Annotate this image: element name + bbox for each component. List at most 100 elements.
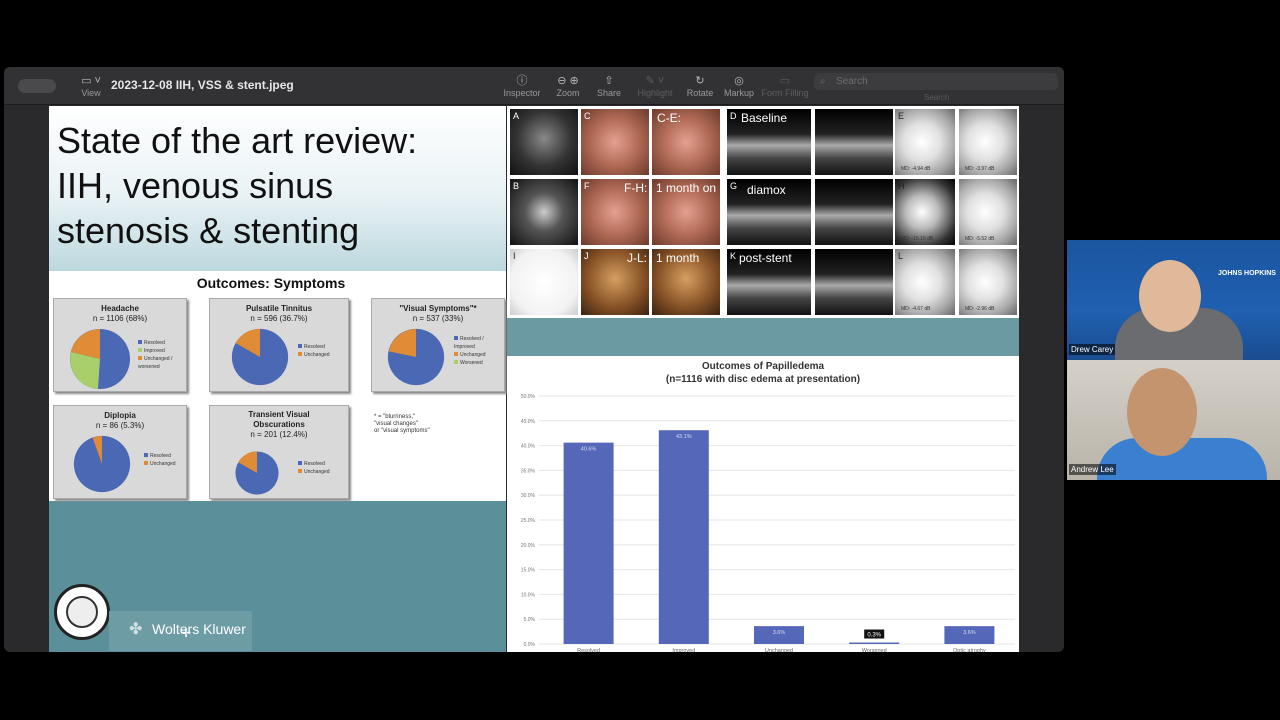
pie-title-text: "Visual Symptoms"* bbox=[399, 304, 477, 313]
y-tick-label: 40.0% bbox=[521, 444, 536, 450]
data-label: 40.6% bbox=[581, 447, 597, 453]
figure-caption: 1 month bbox=[656, 251, 700, 265]
y-tick-label: 15.0% bbox=[521, 568, 536, 574]
markup-button[interactable]: ◎ Markup bbox=[720, 75, 758, 98]
legend-entry: Unchanged bbox=[298, 351, 330, 359]
data-label: 0.3% bbox=[867, 633, 881, 639]
image-tile-g: Gdiamox bbox=[727, 179, 811, 245]
visual-field-tile-e2: MD: -3.97 dB bbox=[959, 109, 1017, 175]
data-label: 3.6% bbox=[773, 630, 786, 636]
vf-md-value: MD: -5.52 dB bbox=[965, 236, 995, 242]
participant-video-drew-carey[interactable]: JOHNS HOPKINS Drew Carey bbox=[1067, 240, 1280, 360]
image-tile-k: Kpost-stent bbox=[727, 249, 811, 315]
markup-label: Markup bbox=[723, 88, 754, 98]
share-button[interactable]: ⇧ Share bbox=[594, 75, 624, 98]
y-tick-label: 50.0% bbox=[521, 394, 536, 400]
legend-entry: Resolved / Improved bbox=[454, 335, 504, 351]
vf-md-value: MD: -4.94 dB bbox=[901, 166, 931, 172]
slide-left: State of the art review: IIH, venous sin… bbox=[49, 106, 506, 652]
x-tick-label: Unchanged bbox=[765, 648, 793, 652]
bar bbox=[849, 642, 900, 644]
highlighter-icon: ✎ ˅ bbox=[645, 75, 665, 87]
share-icon: ⇧ bbox=[604, 75, 614, 87]
pie-chart bbox=[231, 328, 289, 386]
visual-field-tile-h: H MD: -15.15 dB bbox=[895, 179, 955, 245]
x-tick-label: Resolved bbox=[577, 648, 600, 652]
search-placeholder: Search bbox=[836, 76, 868, 87]
highlight-button[interactable]: ✎ ˅ Highlight bbox=[634, 75, 676, 98]
zoom-button[interactable]: ⊖ ⊕ Zoom bbox=[550, 75, 586, 98]
slide-right: A C C-E: D Baseline E MD: -4.94 dB MD: -3.… bbox=[507, 106, 1019, 652]
image-tile-c: C bbox=[581, 109, 649, 175]
pie-title: "Visual Symptoms"* n = 537 (33%) bbox=[372, 304, 504, 324]
footnote-line: * = "blurriness," bbox=[374, 414, 416, 420]
view-label: View bbox=[81, 88, 101, 98]
form-filling-button[interactable]: ▭ Form Filling bbox=[760, 75, 810, 98]
figure-caption: Baseline bbox=[741, 111, 788, 125]
publisher-name: Wolters Kluwer bbox=[152, 621, 246, 637]
search-icon: ⌕ bbox=[820, 76, 826, 87]
y-tick-label: 35.0% bbox=[521, 468, 536, 474]
pie-title-text: Transient Visual Obscurations bbox=[248, 410, 310, 429]
figure-caption: post-stent bbox=[739, 251, 792, 265]
vf-md-value: MD: -15.15 dB bbox=[901, 236, 934, 242]
footnote-line: "visual changes" bbox=[374, 421, 418, 427]
pie-title-text: Diplopia bbox=[104, 411, 136, 420]
panel-label: J bbox=[584, 251, 589, 261]
pie-chart bbox=[70, 329, 130, 389]
panel-label: G bbox=[730, 181, 738, 191]
papilledema-chart-panel: Outcomes of Papilledema (n=1116 with dis… bbox=[507, 356, 1019, 652]
form-filling-label: Form Filling bbox=[761, 88, 809, 98]
visual-field-tile-e: E MD: -4.94 dB bbox=[895, 109, 955, 175]
data-label: 3.6% bbox=[963, 630, 976, 636]
rotate-button[interactable]: ↻ Rotate bbox=[682, 75, 718, 98]
legend-entry: Resolved bbox=[138, 339, 186, 347]
search-input[interactable]: ⌕ Search bbox=[814, 73, 1058, 90]
pie-title: Pulsatile Tinnitus n = 596 (36.7%) bbox=[210, 304, 348, 324]
search-caption: Search bbox=[924, 93, 950, 102]
pie-card-transient-visual-obscurations: Transient Visual Obscurations n = 201 (1… bbox=[209, 405, 349, 499]
image-tile-k2 bbox=[815, 249, 893, 315]
y-tick-label: 0.0% bbox=[524, 642, 536, 648]
vf-md-value: MD: -3.97 dB bbox=[965, 166, 995, 172]
pie-legend: Resolved / Improved Unchanged Worsened bbox=[454, 335, 504, 367]
slide-title-line: stenosis & stenting bbox=[57, 210, 360, 251]
rotate-label: Rotate bbox=[686, 88, 714, 98]
org-logo: JOHNS HOPKINS bbox=[1218, 270, 1276, 277]
inspector-button[interactable]: ⓘ Inspector bbox=[502, 75, 542, 98]
visual-field-tile-h2: MD: -5.52 dB bbox=[959, 179, 1017, 245]
pie-card-pulsatile-tinnitus: Pulsatile Tinnitus n = 596 (36.7%) Resol… bbox=[209, 298, 349, 392]
image-tile-a: A bbox=[510, 109, 578, 175]
legend-entry: Unchanged bbox=[144, 460, 176, 468]
share-label: Share bbox=[596, 88, 622, 98]
outcomes-title: Outcomes: Symptoms bbox=[196, 275, 346, 291]
pie-chart bbox=[387, 328, 445, 386]
rotate-icon: ↻ bbox=[695, 75, 705, 87]
highlight-label: Highlight bbox=[637, 88, 673, 98]
vf-md-value: MD: -4.67 dB bbox=[901, 306, 931, 312]
panel-label: F bbox=[584, 181, 590, 191]
participant-video-andrew-lee[interactable]: Andrew Lee bbox=[1067, 360, 1280, 480]
form-icon: ▭ bbox=[779, 75, 791, 87]
zoom-icon: ⊖ ⊕ bbox=[557, 75, 579, 87]
y-tick-label: 25.0% bbox=[521, 518, 536, 524]
pie-card-diplopia: Diplopia n = 86 (5.3%) Resolved Unchange… bbox=[53, 405, 187, 499]
pie-subtitle: n = 537 (33%) bbox=[412, 314, 464, 323]
figure-caption: J-L: bbox=[627, 251, 648, 265]
info-icon: ⓘ bbox=[516, 75, 528, 87]
visual-field-tile-l: L MD: -4.67 dB bbox=[895, 249, 955, 315]
pie-chart bbox=[73, 435, 131, 493]
document-title: 2023-12-08 IIH, VSS & stent.jpeg bbox=[111, 78, 294, 92]
panel-label: I bbox=[513, 251, 516, 261]
bar bbox=[658, 430, 709, 644]
window-controls[interactable] bbox=[18, 79, 56, 93]
legend-entry: Improved bbox=[138, 347, 186, 355]
outcomes-symptoms-panel: Outcomes: Symptoms Headache n = 1106 (68… bbox=[49, 271, 506, 501]
panel-label: E bbox=[898, 111, 905, 121]
visual-field-tile-l2: MD: -2.96 dB bbox=[959, 249, 1017, 315]
y-tick-label: 30.0% bbox=[521, 493, 536, 499]
legend-entry: Resolved bbox=[298, 460, 330, 468]
view-button[interactable]: ▭ ˅ View bbox=[76, 75, 106, 98]
pie-title-text: Headache bbox=[101, 304, 139, 313]
panel-label: C bbox=[584, 111, 591, 121]
